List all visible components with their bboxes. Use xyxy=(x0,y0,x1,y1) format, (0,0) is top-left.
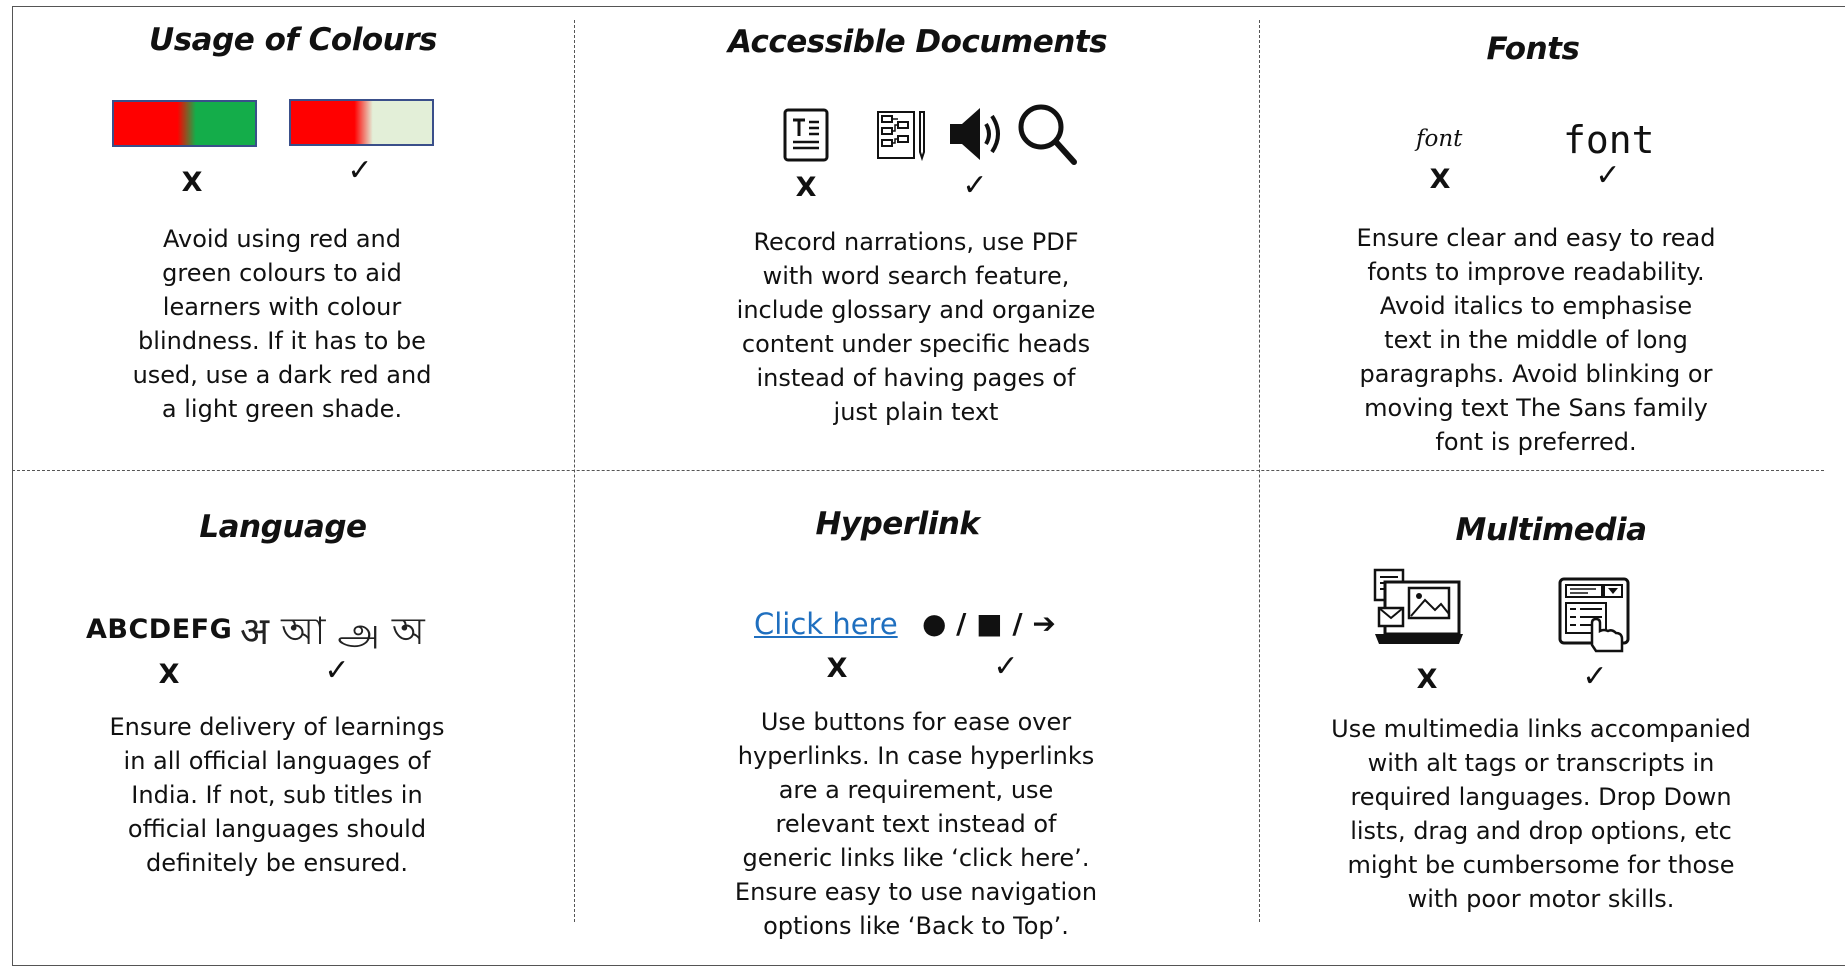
speaker-icon xyxy=(950,108,1000,160)
click-here-link-sample: Click here xyxy=(754,607,898,641)
documents-description: Record narrations, use PDF with word sea… xyxy=(736,228,1096,426)
documents-title: Accessible Documents xyxy=(727,24,1108,60)
language-section: Language ABCDEFG अ আ அ অ X ✓ Ensure deli… xyxy=(12,472,574,952)
text-document-icon xyxy=(783,108,829,162)
documents-section: Accessible Documents X ✓ Record narratio… xyxy=(576,0,1259,470)
fonts-description: Ensure clear and easy to read fonts to i… xyxy=(1356,224,1716,456)
colours-description: Avoid using red and green colours to aid… xyxy=(132,225,432,423)
colours-section: Usage of Colours X ✓ Avoid using red and… xyxy=(12,0,574,470)
multimedia-description: Use multimedia links accompanied with al… xyxy=(1331,715,1751,913)
red-green-swatch xyxy=(112,100,257,147)
italic-font-sample: font xyxy=(1416,126,1463,152)
language-good-mark: ✓ xyxy=(324,653,350,688)
language-title: Language xyxy=(199,509,367,545)
documents-bad-mark: X xyxy=(795,172,817,203)
documents-good-mark: ✓ xyxy=(962,168,988,203)
multimedia-good-mark: ✓ xyxy=(1582,659,1608,694)
multimedia-section: Multimedia X ✓ Use multimedia links acco… xyxy=(1261,472,1821,952)
column-divider-left xyxy=(574,20,575,922)
flowchart-document-icon xyxy=(877,111,925,162)
colours-good-mark: ✓ xyxy=(347,153,373,188)
hyperlink-section: Hyperlink Click here ● / ■ / ➔ X ✓ Use b… xyxy=(576,472,1259,952)
clear-font-sample: font xyxy=(1563,118,1655,162)
hyperlink-description: Use buttons for ease over hyperlinks. In… xyxy=(734,708,1098,940)
fonts-good-mark: ✓ xyxy=(1595,158,1621,193)
hyperlink-good-mark: ✓ xyxy=(993,649,1019,684)
fonts-title: Fonts xyxy=(1486,31,1580,67)
colours-title: Usage of Colours xyxy=(149,22,437,58)
multimedia-title: Multimedia xyxy=(1455,512,1647,548)
multimedia-bad-mark: X xyxy=(1416,664,1438,695)
language-bad-mark: X xyxy=(158,659,180,690)
fonts-bad-mark: X xyxy=(1429,164,1451,195)
colours-bad-mark: X xyxy=(181,167,203,198)
hyperlink-bad-mark: X xyxy=(826,653,848,684)
latin-script-sample: ABCDEFG xyxy=(86,614,233,645)
fonts-section: Fonts font font X ✓ Ensure clear and eas… xyxy=(1261,0,1821,470)
row-divider xyxy=(12,470,1824,471)
search-icon xyxy=(1018,104,1077,165)
red-lightgreen-swatch xyxy=(289,99,434,146)
laptop-media-icon xyxy=(1373,568,1463,644)
language-description: Ensure delivery of learnings in all offi… xyxy=(109,713,445,877)
hyperlink-title: Hyperlink xyxy=(815,506,980,542)
column-divider-right xyxy=(1259,20,1260,922)
button-symbols-sample: ● / ■ / ➔ xyxy=(922,607,1056,640)
dropdown-form-icon xyxy=(1558,577,1630,653)
